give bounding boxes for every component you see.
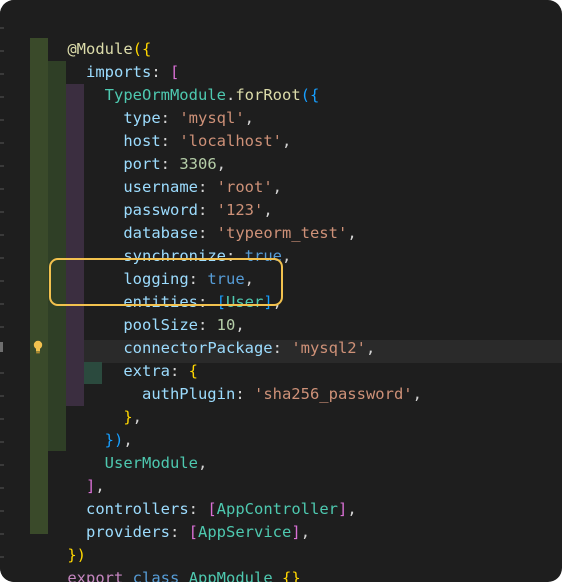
code-line-21: controllers: [AppController],	[86, 500, 357, 518]
code-line-14: connectorPackage: 'mysql2',	[123, 339, 376, 357]
code-line-20: ],	[86, 477, 105, 495]
code-line-24: export class AppModule {}	[67, 569, 301, 582]
code-line-3: TypeOrmModule.forRoot({	[104, 86, 320, 104]
code-line-9: database: 'typeorm_test',	[123, 224, 357, 242]
code-line-1: @Module({	[67, 40, 152, 58]
code-line-4: type: 'mysql',	[123, 109, 254, 127]
code-line-22: providers: [AppService],	[86, 523, 311, 541]
code-line-6: port: 3306,	[123, 155, 226, 173]
code-line-19: UserModule,	[104, 454, 208, 472]
code-editor: @Module({ imports: [ TypeOrmModule.forRo…	[0, 0, 562, 582]
gutter-marker	[0, 342, 3, 352]
code-line-18: }),	[104, 431, 133, 449]
line-gutter	[0, 0, 14, 582]
code-line-5: host: 'localhost',	[123, 132, 292, 150]
code-line-15: extra: {	[123, 362, 199, 380]
code-line-10: synchronize: true,	[123, 247, 292, 265]
code-line-2: imports: [	[86, 63, 180, 81]
code-line-16: authPlugin: 'sha256_password',	[141, 385, 422, 403]
code-line-17: },	[123, 408, 143, 426]
lightbulb-icon[interactable]	[33, 340, 43, 354]
code-line-7: username: 'root',	[123, 178, 282, 196]
code-line-8: password: '123',	[123, 201, 273, 219]
highlight-box	[49, 258, 283, 306]
code-line-23: })	[67, 546, 86, 564]
